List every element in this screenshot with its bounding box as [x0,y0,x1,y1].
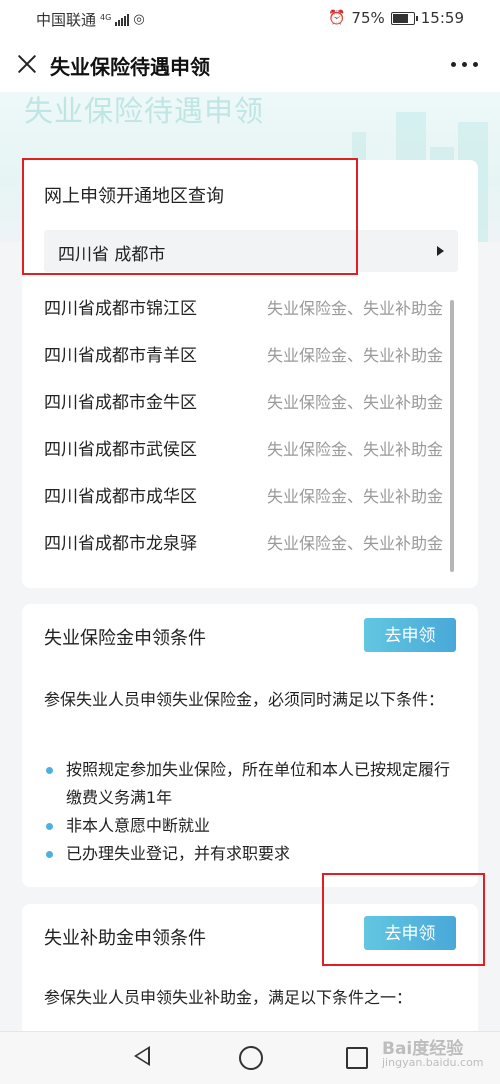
caret-right-icon [437,246,444,256]
page-title: 失业保险待遇申领 [50,55,210,79]
clock: 15:59 [420,9,464,27]
table-row[interactable]: 四川省成都市青羊区 失业保险金、失业补助金 [22,329,458,376]
table-row[interactable]: 四川省成都市锦江区 失业保险金、失业补助金 [22,282,458,329]
list-item: 已办理失业登记，并有求职要求 [44,840,458,868]
region-name: 四川省成都市金牛区 [44,393,197,413]
annotation-box [322,873,485,966]
network-type: 4G [100,12,112,22]
region-name: 四川省成都市锦江区 [44,299,197,319]
insurance-conditions-title: 失业保险金申领条件 [44,628,206,649]
table-row[interactable]: 四川省成都市武侯区 失业保险金、失业补助金 [22,423,458,470]
watermark-logo: Bai度经验 jingyan.baidu.com [382,1034,484,1069]
region-services: 失业保险金、失业补助金 [267,346,444,365]
subsidy-conditions-title: 失业补助金申领条件 [44,928,206,949]
region-list[interactable]: 四川省成都市锦江区 失业保险金、失业补助金 四川省成都市青羊区 失业保险金、失业补助金… [22,282,478,582]
subsidy-conditions-intro: 参保失业人员申领失业补助金，满足以下条件之一： [44,988,413,1007]
carrier-label: 中国联通 [36,11,97,29]
table-row[interactable]: 四川省成都市龙泉驿 失业保险金、失业补助金 [22,517,458,564]
apply-insurance-button[interactable]: 去申领 [364,618,456,652]
more-dots-icon[interactable] [451,62,478,67]
wifi-icon: ◎ [133,12,145,27]
region-name: 四川省成都市武侯区 [44,440,197,460]
home-icon[interactable] [239,1046,263,1070]
region-name: 四川省成都市青羊区 [44,346,197,366]
signal-icon [115,13,130,26]
region-name: 四川省成都市成华区 [44,487,197,507]
region-services: 失业保险金、失业补助金 [267,487,444,506]
status-bar: 中国联通 4G ◎ ⏰ 75% 15:59 [0,0,500,36]
region-name: 四川省成都市龙泉驿 [44,534,197,554]
title-bar: 失业保险待遇申领 [0,36,500,92]
battery-icon [390,11,418,25]
status-right: ⏰ 75% 15:59 [328,9,464,27]
scrollbar[interactable] [450,300,454,572]
back-icon[interactable] [134,1046,150,1066]
insurance-conditions-intro: 参保失业人员申领失业保险金，必须同时满足以下条件： [44,690,445,709]
region-services: 失业保险金、失业补助金 [267,299,444,318]
watermark-url: jingyan.baidu.com [382,1056,484,1069]
table-row[interactable]: 四川省成都市成华区 失业保险金、失业补助金 [22,470,458,517]
status-left: 中国联通 4G ◎ [36,9,145,30]
banner-title: 失业保险待遇申领 [24,94,265,128]
list-item: 按照规定参加失业保险，所在单位和本人已按规定履行缴费义务满1年 [44,756,458,812]
annotation-box [22,158,358,275]
recent-apps-icon[interactable] [346,1047,368,1069]
insurance-conditions-card: 失业保险金申领条件 去申领 参保失业人员申领失业保险金，必须同时满足以下条件： … [22,604,478,887]
region-services: 失业保险金、失业补助金 [267,393,444,412]
table-row[interactable]: 四川省成都市金牛区 失业保险金、失业补助金 [22,376,458,423]
list-item: 非本人意愿中断就业 [44,812,458,840]
region-services: 失业保险金、失业补助金 [267,534,444,553]
alarm-icon: ⏰ [327,10,346,26]
battery-fill [392,13,408,23]
insurance-conditions-list: 按照规定参加失业保险，所在单位和本人已按规定履行缴费义务满1年 非本人意愿中断就… [44,756,458,868]
battery-percent: 75% [351,9,385,27]
close-icon[interactable] [14,51,40,77]
region-services: 失业保险金、失业补助金 [267,440,444,459]
